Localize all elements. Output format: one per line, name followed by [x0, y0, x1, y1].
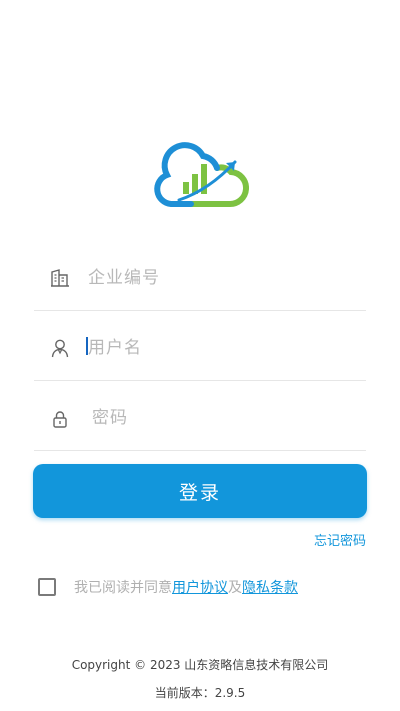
company-id-placeholder: 企业编号 [88, 268, 160, 288]
password-placeholder: 密码 [92, 408, 128, 428]
version-text: 当前版本：2.9.5 [154, 686, 246, 700]
user-icon [51, 339, 69, 358]
building-icon [51, 269, 69, 287]
company-id-field[interactable]: 企业编号 [34, 241, 366, 311]
agreement-checkbox[interactable] [38, 578, 56, 596]
password-field[interactable]: 密码 [34, 381, 366, 451]
forgot-password-link[interactable]: 忘记密码 [314, 530, 366, 549]
privacy-policy-link[interactable]: 隐私条款 [242, 580, 298, 596]
app-logo [154, 142, 249, 208]
username-field[interactable]: 用户名 [34, 311, 366, 381]
agreement-row: 我已阅读并同意用户协议及隐私条款 [38, 576, 298, 598]
agreement-conjunction: 及 [228, 580, 242, 596]
username-placeholder: 用户名 [88, 338, 142, 358]
agreement-text: 我已阅读并同意用户协议及隐私条款 [74, 577, 298, 597]
copyright-text: Copyright © 2023 山东资略信息技术有限公司 [71, 658, 329, 672]
lock-icon [53, 411, 67, 428]
login-button[interactable]: 登录 [33, 464, 367, 518]
user-agreement-link[interactable]: 用户协议 [172, 580, 228, 596]
agreement-prefix: 我已阅读并同意 [74, 580, 172, 596]
